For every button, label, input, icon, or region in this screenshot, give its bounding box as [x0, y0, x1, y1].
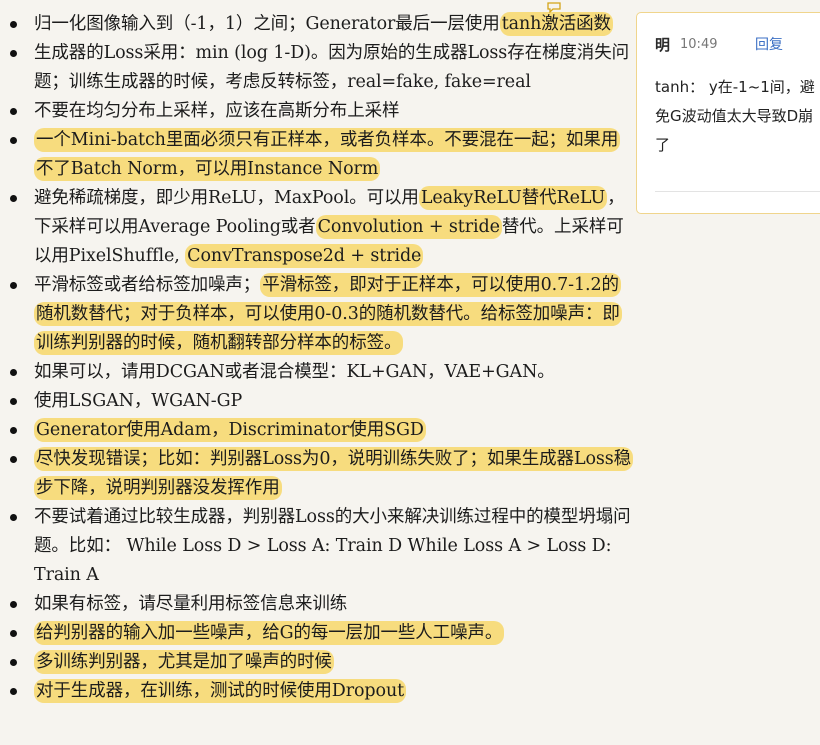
note-text: 归一化图像输入到（-1，1）之间；Generator最后一层使用 — [34, 14, 500, 34]
highlighted-text: 尽快发现错误；比如：判别器Loss为0，说明训练失败了；如果生成器Loss稳步下… — [34, 447, 634, 500]
note-text: 不要在均匀分布上采样，应该在高斯分布上采样 — [34, 101, 400, 121]
notes-list: 归一化图像输入到（-1，1）之间；Generator最后一层使用 tanh激活函数… — [0, 0, 640, 706]
note-text: 如果可以，请用DCGAN或者混合模型：KL+GAN，VAE+GAN。 — [34, 362, 555, 382]
comment-time: 10:49 — [680, 36, 718, 52]
comment-reply-input[interactable] — [655, 191, 820, 206]
comment-card: 明 10:49 回复 tanh： y在-1~1间，避免G波动值太大导致D崩了 — [636, 12, 820, 214]
list-item: 归一化图像输入到（-1，1）之间；Generator最后一层使用 tanh激活函数 — [0, 10, 640, 39]
comment-body: tanh： y在-1~1间，避免G波动值太大导致D崩了 — [655, 78, 815, 154]
highlighted-text: LeakyReLU替代ReLU — [418, 186, 608, 210]
list-item: 对于生成器，在训练，测试的时候使用Dropout — [0, 677, 640, 706]
list-item: 如果有标签，请尽量利用标签信息来训练 — [0, 590, 640, 619]
highlighted-text: Generator使用Adam，Discriminator使用SGD — [34, 418, 426, 442]
note-text: 不要试着通过比较生成器，判别器Loss的大小来解决训练过程中的模型坍塌问题。比如… — [34, 507, 631, 585]
highlighted-text: 多训练判别器，尤其是加了噪声的时候 — [34, 650, 334, 674]
note-text: 如果有标签，请尽量利用标签信息来训练 — [34, 594, 348, 614]
list-item: 如果可以，请用DCGAN或者混合模型：KL+GAN，VAE+GAN。 — [0, 358, 640, 387]
list-item: Generator使用Adam，Discriminator使用SGD — [0, 416, 640, 445]
note-text: 平滑标签或者给标签加噪声； — [34, 275, 261, 295]
list-item: 平滑标签或者给标签加噪声； 平滑标签，即对于正样本，可以使用0.7-1.2的随机数… — [0, 271, 640, 358]
list-item: 给判别器的输入加一些噪声，给G的每一层加一些人工噪声。 — [0, 619, 640, 648]
note-text: 避免稀疏梯度，即少用ReLU，MaxPool。可以用 — [34, 188, 419, 208]
note-text: 生成器的Loss采用：min (log 1-D)。因为原始的生成器Loss存在梯… — [34, 43, 629, 92]
reply-button[interactable]: 回复 — [755, 34, 783, 54]
list-item: 多训练判别器，尤其是加了噪声的时候 — [0, 648, 640, 677]
list-item: 不要试着通过比较生成器，判别器Loss的大小来解决训练过程中的模型坍塌问题。比如… — [0, 503, 640, 590]
list-item: 不要在均匀分布上采样，应该在高斯分布上采样 — [0, 97, 640, 126]
highlighted-text: 对于生成器，在训练，测试的时候使用Dropout — [34, 679, 407, 703]
highlighted-text: tanh激活函数 — [499, 12, 613, 36]
note-text: 使用LSGAN，WGAN-GP — [34, 391, 243, 411]
highlighted-text: ConvTranspose2d + stride — [185, 244, 424, 268]
list-item: 避免稀疏梯度，即少用ReLU，MaxPool。可以用 LeakyReLU替代ReL… — [0, 184, 640, 271]
highlighted-text: Convolution + stride — [315, 215, 502, 239]
comment-author: 明 — [655, 35, 671, 54]
list-item: 尽快发现错误；比如：判别器Loss为0，说明训练失败了；如果生成器Loss稳步下… — [0, 445, 640, 503]
comment-header: 明 10:49 回复 — [655, 33, 820, 55]
list-item: 使用LSGAN，WGAN-GP — [0, 387, 640, 416]
list-item: 一个Mini-batch里面必须只有正样本，或者负样本。不要混在一起；如果用不了… — [0, 126, 640, 184]
highlighted-text: 给判别器的输入加一些噪声，给G的每一层加一些人工噪声。 — [34, 621, 505, 645]
list-item: 生成器的Loss采用：min (log 1-D)。因为原始的生成器Loss存在梯… — [0, 39, 640, 97]
comment-marker-icon[interactable] — [547, 2, 561, 14]
highlighted-text: 一个Mini-batch里面必须只有正样本，或者负样本。不要混在一起；如果用不了… — [34, 128, 621, 181]
